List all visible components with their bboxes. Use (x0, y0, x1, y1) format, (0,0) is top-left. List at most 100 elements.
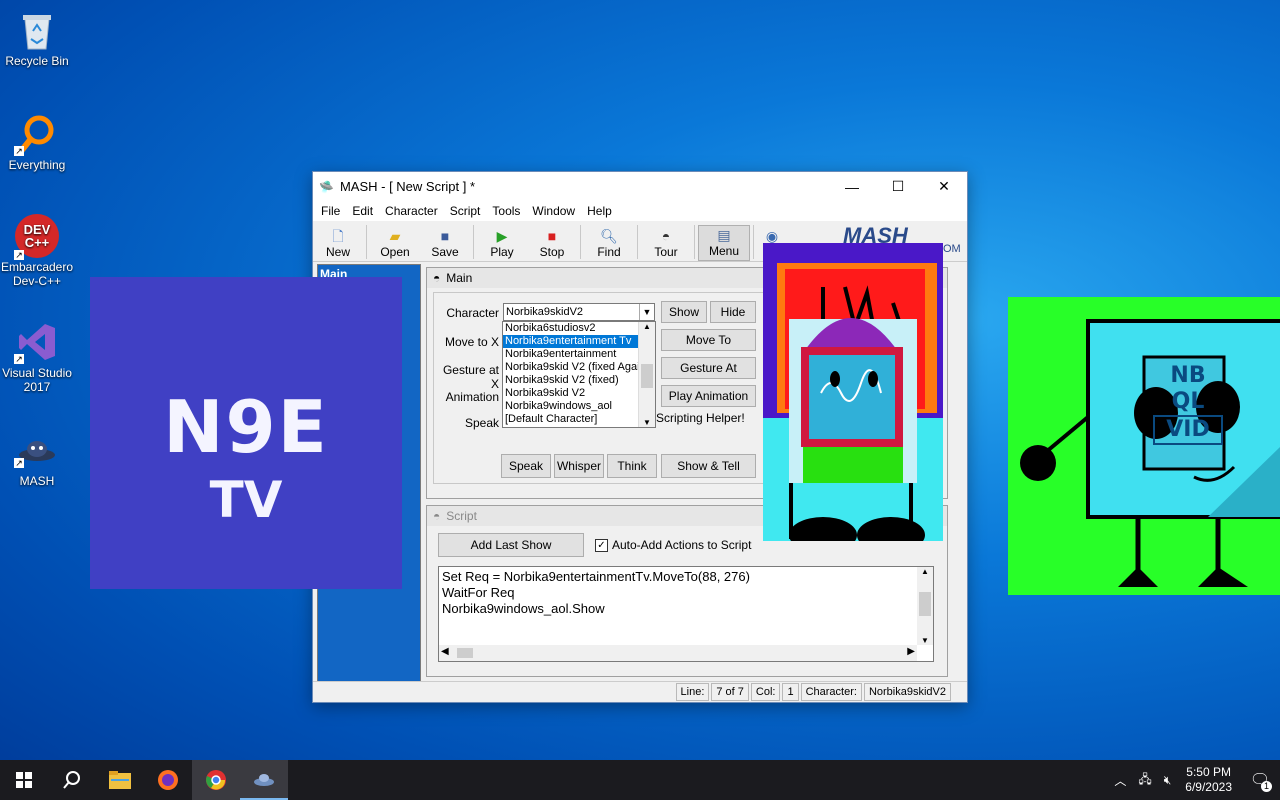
start-windows-icon[interactable] (0, 760, 48, 800)
clock[interactable]: 5:50 PM 6/9/2023 (1177, 765, 1240, 795)
chevron-down-icon[interactable]: ▼ (639, 304, 654, 320)
nbqlvid-character[interactable]: NB QL VID (1008, 297, 1280, 595)
minimize-button[interactable]: — (829, 172, 875, 201)
notification-count-badge: 1 (1261, 781, 1272, 792)
list-item[interactable]: Norbika9skid V2 (fixed) (503, 374, 655, 387)
scroll-up-icon[interactable]: ▲ (917, 567, 933, 576)
network-icon[interactable]: 🖧 (1132, 770, 1157, 791)
scroll-thumb[interactable] (641, 364, 653, 388)
desktop-icon-everything[interactable]: ↗ Everything (0, 112, 74, 172)
clock-date: 6/9/2023 (1185, 780, 1232, 794)
scroll-up-icon[interactable]: ▲ (639, 322, 655, 334)
desktop-icon-mash[interactable]: ↗ MASH (0, 428, 74, 488)
list-item[interactable]: Norbika9entertainment (503, 348, 655, 361)
menu-script[interactable]: Script (444, 204, 487, 218)
toolbar-tour-button[interactable]: ◓ Tour (641, 227, 691, 261)
maximize-button[interactable]: ☐ (875, 172, 921, 201)
menu-window[interactable]: Window (526, 204, 581, 218)
file-explorer-icon[interactable] (96, 760, 144, 800)
toolbar-find-button[interactable]: 🔍︎ Find (584, 227, 634, 261)
tv-logo-text: TV (209, 471, 283, 529)
status-bar: Line: 7 of 7 Col: 1 Character: Norbika9s… (313, 681, 967, 702)
list-item[interactable]: Norbika9skid V2 (503, 387, 655, 400)
gesture-at-label: Gesture at X (442, 363, 499, 391)
speak-label: Speak (464, 416, 499, 430)
script-line: Norbika9windows_aol.Show (442, 601, 605, 616)
chrome-icon[interactable] (192, 760, 240, 800)
close-button[interactable]: ✕ (921, 172, 967, 201)
add-last-show-button[interactable]: Add Last Show (438, 533, 584, 557)
volume-muted-icon[interactable]: 🔇︎ (1158, 773, 1178, 788)
new-file-icon: 🗋 (332, 228, 344, 244)
script-hscrollbar[interactable]: ◀ ▶ (439, 645, 917, 661)
n9e-logo-text: N9E (163, 385, 329, 469)
show-and-tell-button[interactable]: Show & Tell (661, 454, 756, 478)
list-item[interactable]: Norbika6studiosv2 (503, 322, 655, 335)
think-button[interactable]: Think (607, 454, 657, 478)
menu-edit[interactable]: Edit (346, 204, 379, 218)
title-bar[interactable]: 🛸 MASH - [ New Script ] * — ☐ ✕ (313, 172, 967, 201)
action-center-icon[interactable]: 🗨︎ 1 (1240, 760, 1280, 800)
clock-time: 5:50 PM (1186, 765, 1231, 779)
ufo-icon: ◓ (433, 271, 441, 285)
toolbar-label: Menu (708, 244, 740, 258)
scroll-thumb[interactable] (457, 648, 473, 658)
script-vscrollbar[interactable]: ▲ ▼ (917, 567, 933, 645)
scroll-left-icon[interactable]: ◀ (441, 646, 449, 657)
n9e-tv-character[interactable]: N9E TV (90, 277, 402, 589)
firefox-icon[interactable] (144, 760, 192, 800)
character-dropdown-list[interactable]: Norbika6studiosv2 Norbika9entertainment … (502, 321, 656, 428)
taskbar: ︿ 🖧 🔇︎ 5:50 PM 6/9/2023 🗨︎ 1 (0, 760, 1280, 800)
auto-add-checkbox[interactable]: ✓ (595, 539, 608, 552)
character-select[interactable]: Norbika9skidV2 ▼ (503, 303, 655, 321)
menu-tools[interactable]: Tools (486, 204, 526, 218)
menu-help[interactable]: Help (581, 204, 618, 218)
menu-character[interactable]: Character (379, 204, 444, 218)
toolbar-stop-button[interactable]: ■ Stop (527, 227, 577, 261)
script-editor[interactable]: Set Req = Norbika9entertainmentTv.MoveTo… (438, 566, 934, 662)
whisper-button[interactable]: Whisper (554, 454, 604, 478)
vid-text: VID (1153, 415, 1223, 445)
desktop-icon-devcpp[interactable]: DEV C++ ↗ Embarcadero Dev-C++ (0, 214, 74, 288)
taskbar-mash-icon[interactable] (240, 760, 288, 800)
hide-button[interactable]: Hide (710, 301, 756, 323)
search-icon[interactable] (48, 760, 96, 800)
toolbar-menu-button[interactable]: ▤ Menu (698, 225, 750, 261)
tour-ufo-icon: ◓ (661, 228, 671, 244)
speak-button[interactable]: Speak (501, 454, 551, 478)
mash-app-icon: 🛸 (319, 179, 334, 194)
desktop-icon-recycle-bin[interactable]: Recycle Bin (0, 8, 74, 68)
script-line: Set Req = Norbika9entertainmentTv.MoveTo… (442, 569, 750, 584)
toolbar-save-button[interactable]: ■ Save (420, 227, 470, 261)
toolbar-open-button[interactable]: ▰ Open (370, 227, 420, 261)
list-item[interactable]: Norbika9skid V2 (fixed Agair (503, 361, 655, 374)
show-button[interactable]: Show (661, 301, 707, 323)
gesture-at-button[interactable]: Gesture At (661, 357, 756, 379)
toolbar-label: Open (380, 245, 410, 259)
scroll-thumb[interactable] (919, 592, 931, 616)
toolbar-new-button[interactable]: 🗋 New (313, 227, 363, 261)
desktop-icon-label: Everything (8, 158, 66, 172)
toolbar-label: Tour (654, 245, 678, 259)
list-item-selected[interactable]: Norbika9entertainment Tv (503, 335, 655, 348)
toolbar-play-button[interactable]: ▶ Play (477, 227, 527, 261)
window-title: 🛸 MASH - [ New Script ] * (313, 179, 829, 194)
speak-text-input[interactable]: Scripting Helper! (656, 411, 756, 425)
list-item[interactable]: Norbika9windows_aol (503, 400, 655, 413)
window-title-text: MASH - [ New Script ] * (339, 179, 476, 194)
brand-suffix: OM (943, 243, 961, 255)
scroll-down-icon[interactable]: ▼ (639, 418, 655, 427)
list-item[interactable]: [Default Character] (503, 413, 655, 426)
list-scrollbar[interactable]: ▲ ▼ (638, 322, 655, 427)
menu-file[interactable]: File (315, 204, 346, 218)
tv-robot-character[interactable] (763, 243, 943, 553)
play-animation-button[interactable]: Play Animation (661, 385, 756, 407)
status-character-value: Norbika9skidV2 (863, 683, 951, 701)
ufo-icon: ◓ (433, 509, 441, 523)
move-to-button[interactable]: Move To (661, 329, 756, 351)
desktop-icon-visual-studio[interactable]: ↗ Visual Studio 2017 (0, 320, 74, 394)
scroll-right-icon[interactable]: ▶ (907, 646, 915, 657)
status-col-label: Col: (750, 683, 781, 701)
chevron-up-icon[interactable]: ︿ (1108, 772, 1132, 789)
scroll-down-icon[interactable]: ▼ (917, 636, 933, 645)
